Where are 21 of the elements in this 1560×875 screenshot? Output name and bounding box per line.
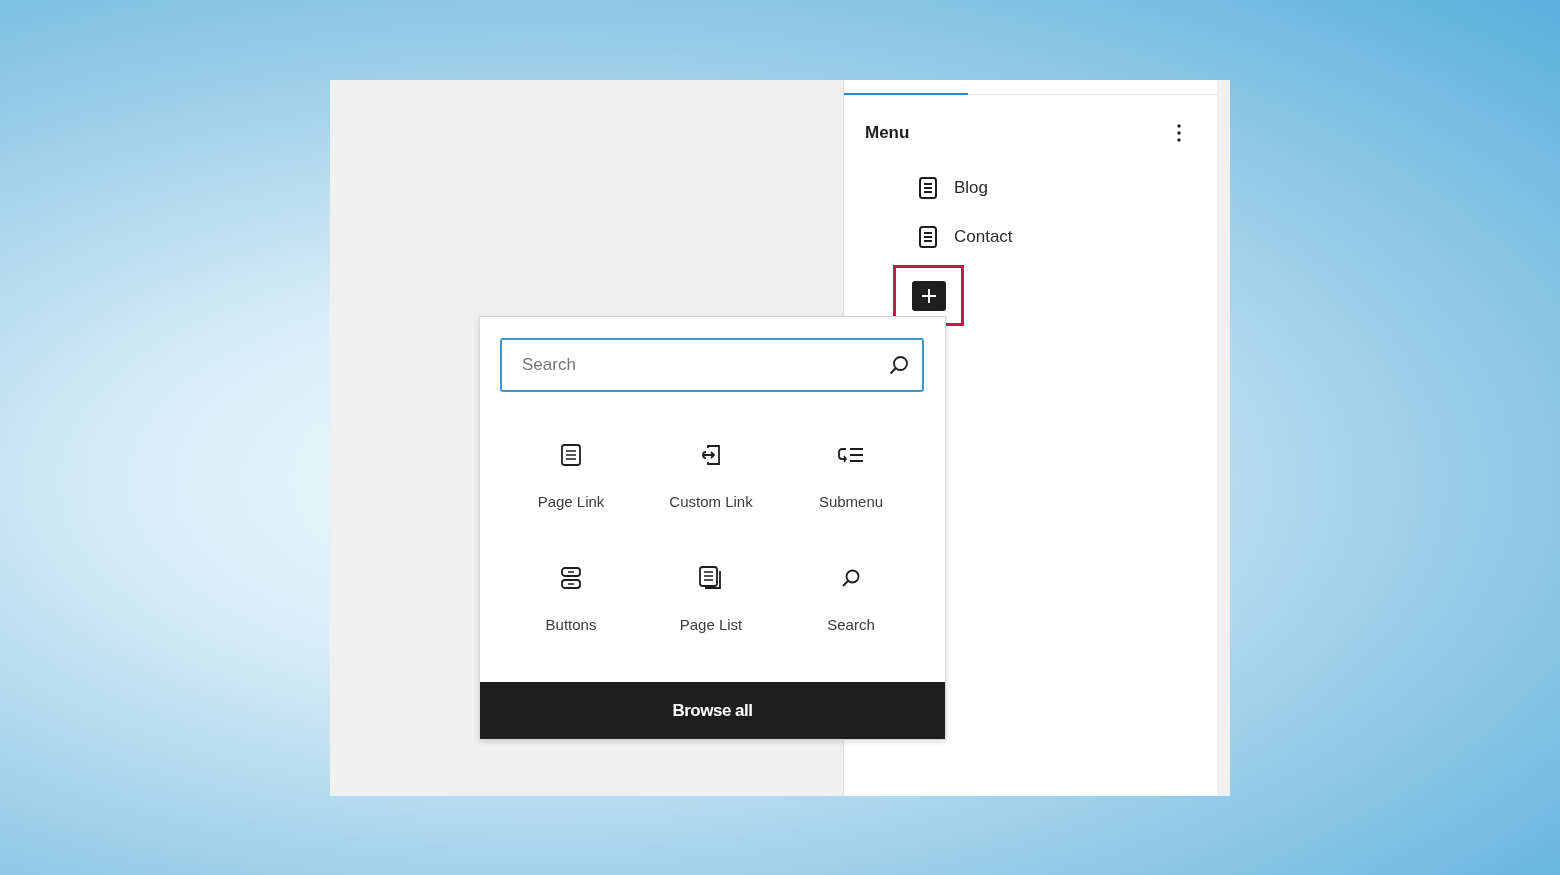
link-in-box-icon (699, 442, 723, 468)
block-option[interactable]: Page Link (501, 442, 641, 528)
search-icon (888, 354, 910, 376)
block-option[interactable]: Buttons (501, 565, 641, 651)
page-icon (560, 442, 582, 468)
page-icon (919, 225, 937, 248)
buttons-icon (560, 565, 582, 591)
menu-item-label[interactable]: Blog (954, 177, 989, 198)
block-option[interactable]: Search (781, 565, 921, 651)
menu-item-label[interactable]: Contact (954, 226, 1013, 247)
browse-all-button[interactable]: Browse all (480, 682, 945, 739)
page-icon (919, 176, 937, 199)
block-option[interactable]: Submenu (781, 442, 921, 528)
search-field[interactable]: Search (500, 338, 924, 392)
block-option[interactable]: Custom Link (641, 442, 781, 528)
more-options-icon[interactable] (1177, 123, 1181, 143)
add-block-button[interactable] (911, 280, 946, 311)
menu-title: Menu (865, 123, 910, 143)
pages-icon (698, 565, 724, 591)
block-option[interactable]: Page List (641, 565, 781, 651)
plus-icon (920, 287, 937, 304)
